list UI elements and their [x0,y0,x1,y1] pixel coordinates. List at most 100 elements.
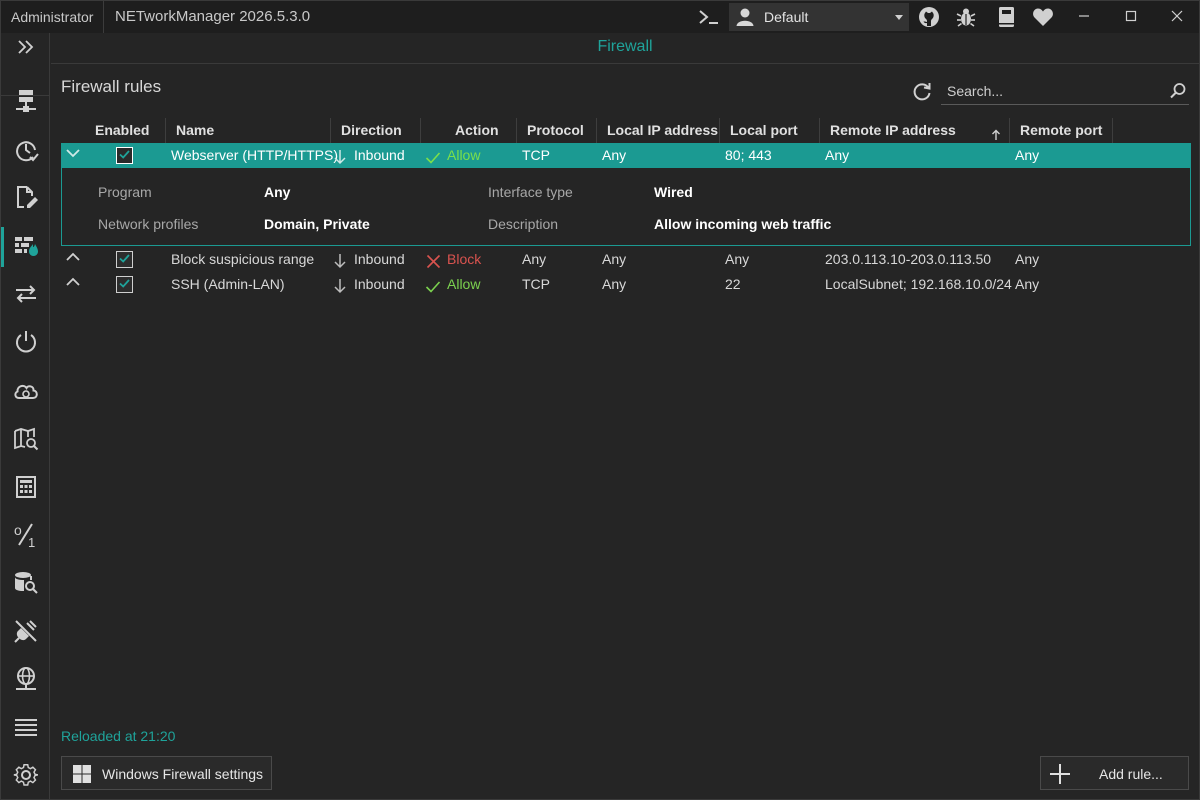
maximize-button[interactable] [1112,1,1149,33]
book-icon[interactable] [993,5,1019,29]
col-header-direction[interactable]: Direction [331,118,421,143]
remote-ip-cell: Any [825,147,850,163]
direction-label: Inbound [354,147,405,163]
profile-name: Default [764,9,809,25]
program-value: Any [264,184,291,200]
sidebar-item-settings[interactable] [1,753,49,799]
disconnect-icon [13,618,39,647]
sidebar-item-server[interactable] [1,79,49,125]
col-header-action[interactable]: Action [421,118,517,143]
remote-port-cell: Any [1015,251,1040,267]
svg-text:1: 1 [28,535,35,549]
refresh-button[interactable] [911,81,933,103]
transfer-arrows-icon [13,283,39,308]
windows-firewall-settings-button[interactable]: Windows Firewall settings [61,756,272,790]
sidebar-item-disconnect[interactable] [1,609,49,655]
remote-port-cell: Any [1015,276,1040,292]
enabled-checkbox[interactable] [116,251,133,268]
action-label: Allow [447,147,481,163]
terminal-icon[interactable] [696,5,722,29]
check-icon [118,252,131,268]
table-row[interactable]: Webserver (HTTP/HTTPS) Inbound Allow TCP… [61,143,1191,168]
chevron-up-icon [65,277,81,293]
expand-row-toggle[interactable] [65,273,81,298]
description-value: Allow incoming web traffic [654,216,832,232]
status-text: Reloaded at 21:20 [61,728,176,744]
minimize-button[interactable] [1065,1,1102,33]
col-header-remote-port[interactable]: Remote port [1010,118,1113,143]
settings-icon [13,762,39,791]
sidebar-item-network[interactable] [1,657,49,703]
expand-icon [16,39,36,58]
globe-network-icon [13,666,39,695]
table-row[interactable]: SSH (Admin-LAN) Inbound Allow TCP Any 22… [61,272,1191,297]
local-ip-cell: Any [602,276,627,292]
database-search-icon [13,570,39,599]
network-profiles-value: Domain, Private [264,216,370,232]
calculator-icon [15,475,37,502]
remote-ip-cell: 203.0.113.10-203.0.113.50 [825,251,992,267]
check-icon [118,148,131,164]
search-box[interactable] [941,77,1189,105]
power-icon [13,329,39,358]
table-row[interactable]: Block suspicious range Inbound Block Any… [61,247,1191,272]
interface-type-label: Interface type [488,184,573,200]
sidebar-item-map[interactable] [1,417,49,463]
col-header-enabled[interactable]: Enabled [85,118,166,143]
col-header-local-port[interactable]: Local port [720,118,820,143]
percent-icon: o1 [12,521,40,552]
sidebar-item-database[interactable] [1,561,49,607]
user-icon [735,7,755,30]
action-label: Block [447,251,482,267]
col-header-local-ip[interactable]: Local IP address [597,118,720,143]
sidebar-item-list[interactable] [1,704,49,750]
col-header-remote-ip[interactable]: Remote IP address [820,118,1010,143]
direction-label: Inbound [354,276,405,292]
col-header-remote-ip-label: Remote IP address [830,122,956,138]
heart-icon[interactable] [1030,5,1056,29]
col-header-name[interactable]: Name [166,118,331,143]
expand-row-toggle[interactable] [65,248,81,273]
sidebar-item-power[interactable] [1,320,49,366]
chevron-down-icon [895,15,903,20]
sidebar-item-history[interactable] [1,128,49,174]
github-icon[interactable] [916,5,942,29]
sidebar: o1 [1,33,50,799]
program-label: Program [98,184,152,200]
user-role-label: Administrator [1,1,104,33]
windows-firewall-settings-label: Windows Firewall settings [102,766,264,782]
sidebar-item-calculator[interactable] [1,465,49,511]
sidebar-item-firewall[interactable] [1,224,49,270]
close-button[interactable] [1158,1,1195,33]
search-icon[interactable] [1169,82,1187,103]
svg-text:o: o [14,522,22,538]
enabled-checkbox[interactable] [116,276,133,293]
rule-name: SSH (Admin-LAN) [171,276,285,292]
rule-name: Block suspicious range [171,251,315,267]
sidebar-item-percent[interactable]: o1 [1,513,49,559]
firewall-icon [12,233,40,262]
local-port-cell: 80; 443 [725,147,772,163]
remote-port-cell: Any [1015,147,1040,163]
remote-ip-cell: LocalSubnet; 192.168.10.0/24 [825,276,1012,292]
sidebar-item-edit[interactable] [1,176,49,222]
local-ip-cell: Any [602,251,627,267]
profile-dropdown[interactable]: Default [729,3,909,31]
edit-file-icon [14,185,38,214]
arrow-down-icon [333,277,347,302]
sidebar-item-cloud[interactable] [1,369,49,415]
search-input[interactable] [947,79,1167,103]
chevron-down-icon [65,148,81,164]
check-icon [118,277,131,293]
direction-label: Inbound [354,251,405,267]
maximize-icon [1125,9,1137,25]
list-icon [13,716,39,739]
bug-icon[interactable] [953,5,979,29]
sidebar-expand[interactable] [1,33,49,71]
col-header-protocol[interactable]: Protocol [517,118,597,143]
add-rule-button[interactable]: Add rule... [1040,756,1189,790]
enabled-checkbox[interactable] [116,147,133,164]
sidebar-item-transfer[interactable] [1,272,49,318]
collapse-row-toggle[interactable] [65,144,81,169]
check-icon [425,277,441,302]
